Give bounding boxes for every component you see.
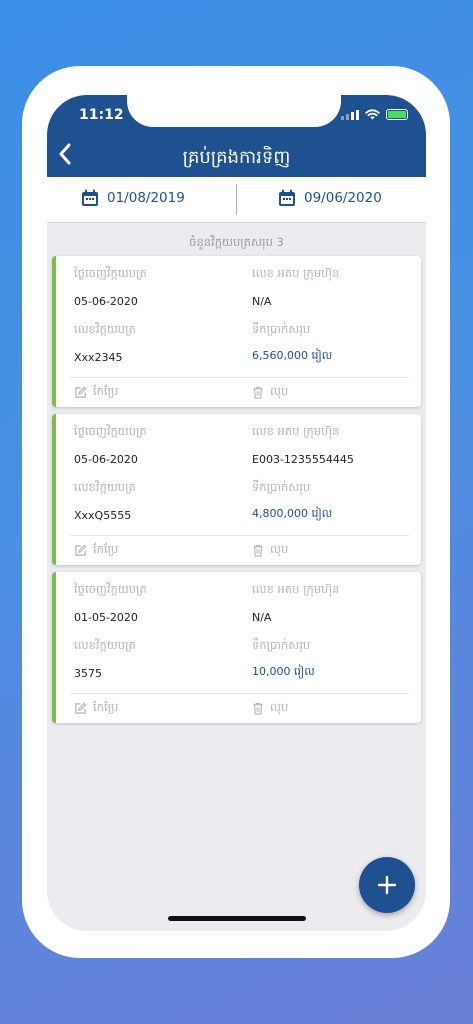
total-amount-label: ទឹកប្រាក់សរុប [252, 638, 311, 652]
home-indicator[interactable] [168, 916, 306, 921]
edit-label: កែប្រែ [93, 542, 119, 556]
date-from-picker[interactable]: 01/08/2019 [81, 189, 185, 207]
status-time: 11:12 [79, 107, 124, 123]
trash-icon [253, 544, 263, 557]
plus-icon [377, 875, 397, 895]
invoice-total-count: ចំនួនវិក្កយបត្រសរុប 3 [189, 235, 284, 249]
delete-label: លុប [270, 542, 289, 556]
date-to-picker[interactable]: 09/06/2020 [278, 189, 382, 207]
invoice-number-label: លេខវិក្កយបត្រ [74, 638, 136, 652]
add-invoice-button[interactable] [359, 857, 415, 913]
edit-label: កែប្រែ [93, 384, 119, 398]
total-amount-value: 6,560,000 រៀល [252, 349, 333, 362]
status-icons [341, 109, 408, 120]
delete-button[interactable]: លុប [252, 384, 288, 401]
edit-button[interactable]: កែប្រែ [74, 700, 118, 717]
total-amount-label: ទឹកប្រាក់សរុប [252, 480, 311, 494]
edit-label: កែប្រែ [93, 700, 119, 714]
company-vat-label: លេខ អតប ក្រុមហ៊ុន [252, 582, 340, 596]
calendar-icon [279, 189, 295, 206]
total-amount-value: 4,800,000 រៀល [252, 507, 333, 520]
edit-button[interactable]: កែប្រែ [74, 542, 118, 559]
trash-icon [253, 702, 263, 715]
date-divider [236, 184, 237, 215]
battery-icon [386, 109, 408, 120]
edit-icon [75, 386, 87, 398]
device-notch [127, 95, 341, 127]
edit-button[interactable]: កែប្រែ [74, 384, 118, 401]
card-divider [70, 693, 409, 694]
company-vat-value: E003-1235554445 [252, 453, 354, 466]
trash-icon [253, 386, 263, 399]
invoice-date-label: ថ្ងៃចេញវិក្កយបត្រ [74, 424, 147, 438]
invoice-date-label: ថ្ងៃចេញវិក្កយបត្រ [74, 582, 147, 596]
invoice-number-value: 3575 [74, 667, 102, 680]
app-screen: 11:12 គ្រប់គ្រងការទិញ 01/08/2019 09/06/2… [47, 95, 426, 931]
delete-button[interactable]: លុប [252, 542, 288, 559]
page-title: គ្រប់គ្រងការទិញ [182, 147, 291, 168]
card-divider [70, 535, 409, 536]
edit-icon [75, 544, 87, 556]
card-divider [70, 377, 409, 378]
delete-label: លុប [270, 384, 289, 398]
signal-icon [341, 109, 359, 120]
company-vat-value: N/A [252, 295, 272, 308]
delete-button[interactable]: លុប [252, 700, 288, 717]
date-from-value: 01/08/2019 [107, 190, 185, 206]
company-vat-label: លេខ អតប ក្រុមហ៊ុន [252, 266, 340, 280]
company-vat-value: N/A [252, 611, 272, 624]
edit-icon [75, 702, 87, 714]
company-vat-label: លេខ អតប ក្រុមហ៊ុន [252, 424, 340, 438]
date-to-value: 09/06/2020 [304, 190, 382, 206]
invoice-card[interactable]: ថ្ងៃចេញវិក្កយបត្រ លេខ អតប ក្រុមហ៊ុន 01-0… [52, 572, 421, 723]
invoice-number-label: លេខវិក្កយបត្រ [74, 322, 136, 336]
delete-label: លុប [270, 700, 289, 714]
invoice-card[interactable]: ថ្ងៃចេញវិក្កយបត្រ លេខ អតប ក្រុមហ៊ុន 05-0… [52, 256, 421, 407]
total-amount-value: 10,000 រៀល [252, 665, 315, 678]
invoice-number-label: លេខវិក្កយបត្រ [74, 480, 136, 494]
invoice-date-value: 05-06-2020 [74, 453, 138, 466]
invoice-date-value: 05-06-2020 [74, 295, 138, 308]
app-header: 11:12 គ្រប់គ្រងការទិញ [47, 95, 426, 177]
calendar-icon [82, 189, 98, 206]
total-amount-label: ទឹកប្រាក់សរុប [252, 322, 311, 336]
invoice-number-value: Xxx2345 [74, 351, 123, 364]
invoice-date-label: ថ្ងៃចេញវិក្កយបត្រ [74, 266, 147, 280]
date-filter-bar: 01/08/2019 09/06/2020 [47, 177, 426, 223]
invoice-card[interactable]: ថ្ងៃចេញវិក្កយបត្រ លេខ អតប ក្រុមហ៊ុន 05-0… [52, 414, 421, 565]
invoice-number-value: XxxQ5555 [74, 509, 132, 522]
invoice-date-value: 01-05-2020 [74, 611, 138, 624]
wifi-icon [365, 109, 380, 120]
